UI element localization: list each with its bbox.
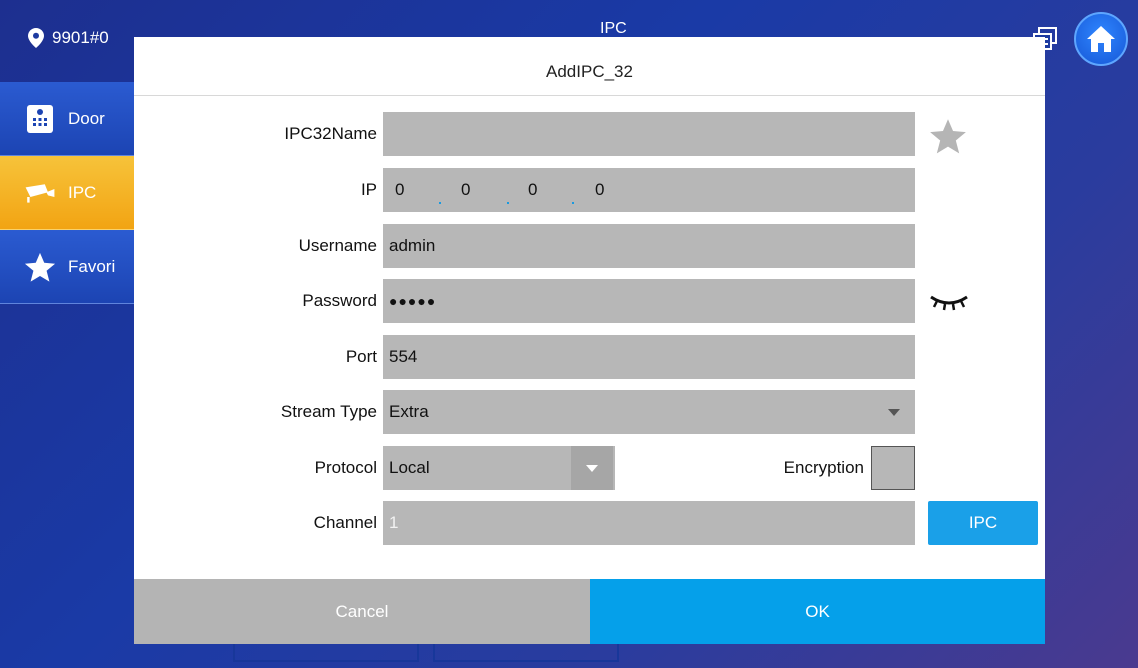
username-input[interactable]: admin: [383, 224, 915, 268]
stream-type-select[interactable]: Extra: [383, 390, 915, 434]
sidebar-item-label: IPC: [68, 182, 97, 202]
sidebar-item-label: Door: [68, 108, 105, 128]
sidebar-item-door[interactable]: Door: [0, 82, 148, 156]
ok-button[interactable]: OK: [590, 579, 1045, 644]
ip-octet-4[interactable]: 0: [595, 168, 604, 212]
channel-row: Channel 1 IPC: [134, 501, 1045, 545]
ip-octet-3[interactable]: 0: [528, 168, 537, 212]
ip-dot: [507, 202, 509, 204]
username-label: Username: [298, 236, 377, 255]
port-input[interactable]: 554: [383, 335, 915, 379]
ip-octet-1[interactable]: 0: [395, 168, 404, 212]
camera-icon: [24, 180, 56, 206]
home-icon: [1087, 26, 1115, 52]
protocol-label: Protocol: [314, 458, 377, 477]
sidebar-item-favorite[interactable]: Favori: [0, 230, 148, 304]
ip-input[interactable]: 0 0 0 0: [383, 168, 915, 212]
sidebar: Door IPC Favori: [0, 82, 148, 304]
dropdown-arrow-icon[interactable]: [571, 446, 613, 490]
ip-octet-2[interactable]: 0: [461, 168, 470, 212]
page-title: IPC: [600, 20, 627, 37]
ip-label: IP: [360, 180, 377, 199]
location-text: 9901#0: [52, 28, 109, 47]
ip-dot: [439, 202, 441, 204]
eye-closed-icon[interactable]: [929, 293, 969, 311]
door-station-icon: [24, 104, 56, 134]
location-indicator: 9901#0: [28, 28, 109, 48]
dialog-title: AddIPC_32: [546, 62, 633, 81]
encryption-label: Encryption: [783, 458, 864, 477]
name-input[interactable]: [383, 112, 915, 156]
channel-label: Channel: [313, 513, 377, 532]
ip-row: IP 0 0 0 0: [134, 168, 1045, 212]
protocol-value: Local: [389, 458, 430, 477]
star-icon: [24, 251, 56, 283]
dropdown-arrow-icon[interactable]: [873, 390, 915, 434]
add-ipc-dialog: AddIPC_32 IPC32Name IP 0 0 0 0 Username …: [134, 37, 1045, 644]
name-label: IPC32Name: [284, 124, 377, 143]
encryption-checkbox[interactable]: [871, 446, 915, 490]
port-row: Port 554: [134, 335, 1045, 379]
stream-type-label: Stream Type: [280, 402, 377, 421]
home-button[interactable]: [1074, 12, 1128, 66]
username-row: Username admin: [134, 224, 1045, 268]
password-input[interactable]: ●●●●●: [383, 279, 915, 323]
ipc-button[interactable]: IPC: [928, 501, 1038, 545]
name-row: IPC32Name: [134, 112, 1045, 156]
ip-dot: [572, 202, 574, 204]
protocol-row: Protocol Local Encryption: [134, 446, 1045, 490]
cancel-button[interactable]: Cancel: [134, 579, 590, 644]
divider: [134, 95, 1045, 96]
sidebar-item-ipc[interactable]: IPC: [0, 156, 148, 230]
port-label: Port: [345, 347, 377, 366]
password-row: Password ●●●●●: [134, 279, 1045, 323]
password-label: Password: [302, 291, 377, 310]
sidebar-item-label: Favori: [68, 256, 116, 276]
favorite-star-icon[interactable]: [929, 118, 967, 154]
location-pin-icon: [28, 28, 44, 48]
stream-type-row: Stream Type Extra: [134, 390, 1045, 434]
stream-type-value: Extra: [389, 402, 429, 421]
protocol-select[interactable]: Local: [383, 446, 615, 490]
channel-input[interactable]: 1: [383, 501, 915, 545]
